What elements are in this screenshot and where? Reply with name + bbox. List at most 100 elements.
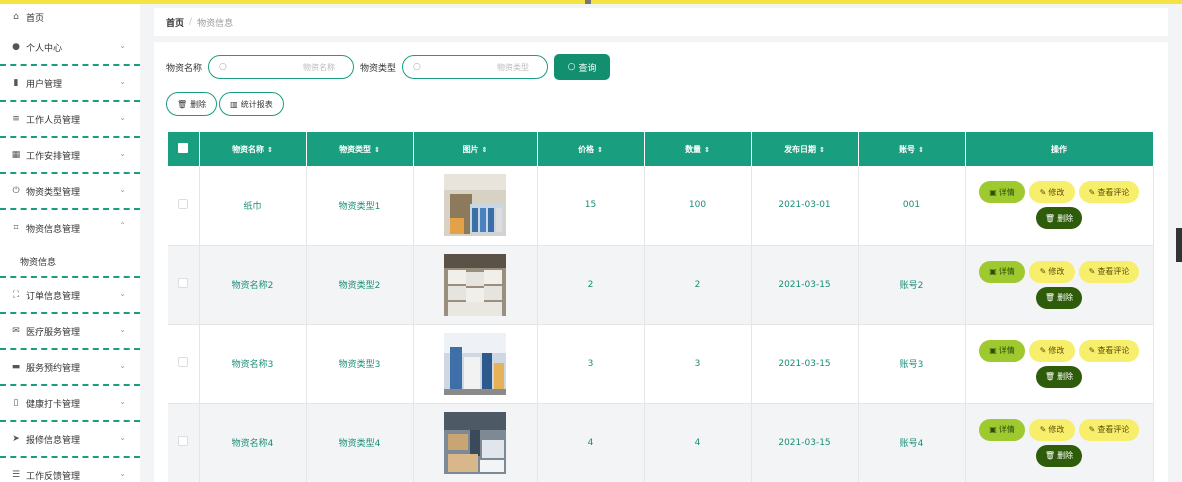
sort-icon: ⇕ (918, 145, 924, 154)
sidebar-item-health-checkin[interactable]: ▯ 健康打卡管理 ⌄ (0, 386, 140, 422)
cell-price: 15 (537, 166, 645, 245)
edit-button[interactable]: ✎ 修改 (1029, 181, 1075, 204)
delete-button[interactable]: 🗑 删除 (1036, 207, 1082, 230)
user-manage-icon: ▮ (13, 78, 19, 88)
type-search-input[interactable]: ○ 物资类型 (402, 55, 549, 79)
col-header-qty[interactable]: 数量 ⇕ (644, 132, 752, 166)
cell-price: 4 (537, 403, 645, 482)
product-image[interactable] (444, 174, 506, 237)
product-image[interactable] (444, 411, 506, 474)
microphone-icon: ▯ (13, 398, 19, 408)
name-search-input[interactable]: ○ 物资名称 (208, 55, 355, 79)
table-row: 物资名称3 物资类型3 3 3 2021-03-15 账号3 ▣ 详情 ✎ 修改… (168, 324, 1154, 403)
row-checkbox[interactable] (168, 166, 200, 245)
trash-icon: 🗑 (1044, 451, 1056, 460)
delete-button[interactable]: 🗑 删除 (1036, 286, 1082, 309)
breadcrumb-home[interactable]: 首页 (166, 16, 184, 29)
sidebar-item-appointments[interactable]: ▬ 服务预约管理 ⌄ (0, 350, 140, 386)
col-header-account[interactable]: 账号 ⇕ (858, 132, 966, 166)
main-panel: 物资名称 ○ 物资名称 物资类型 ○ 物资类型 ○ 查询 🗑 删除 ▥ 统计报表 (154, 42, 1168, 482)
sidebar-item-users[interactable]: ▮ 用户管理 ⌄ (0, 66, 140, 102)
cell-account: 001 (858, 166, 966, 245)
sidebar-item-repairs[interactable]: ➤ 报修信息管理 ⌄ (0, 422, 140, 458)
batch-delete-label: 删除 (190, 99, 207, 109)
breadcrumb: 首页 / 物资信息 (154, 8, 1168, 36)
chevron-down-icon: ⌄ (119, 185, 126, 194)
product-image[interactable] (444, 332, 506, 395)
detail-button[interactable]: ▣ 详情 (979, 418, 1025, 441)
row-checkbox[interactable] (168, 403, 200, 482)
breadcrumb-current: 物资信息 (197, 18, 234, 29)
product-image[interactable] (444, 253, 506, 316)
table-header-row: 物资名称 ⇕ 物资类型 ⇕ 图片 ⇕ 价格 ⇕ 数量 ⇕ 发布日期 ⇕ 账号 ⇕ 操作 (168, 132, 1154, 166)
power-icon: ⏻ (12, 186, 20, 196)
sidebar-item-medical[interactable]: ✉ 医疗服务管理 ⌄ (0, 314, 140, 350)
sidebar-item-staff[interactable]: ≡ 工作人员管理 ⌄ (0, 102, 140, 138)
row-checkbox[interactable] (168, 324, 200, 403)
name-placeholder: 物资名称 (303, 62, 336, 72)
trash-icon: 🗑 (1044, 293, 1056, 302)
sidebar-item-label: 医疗服务管理 (26, 327, 81, 338)
sidebar-item-label: 用户管理 (26, 79, 63, 90)
edit-icon: ✎ (1039, 425, 1047, 434)
chevron-down-icon: ⌄ (119, 113, 126, 122)
scrollbar-thumb[interactable] (1176, 228, 1182, 262)
col-header-name[interactable]: 物资名称 ⇕ (199, 132, 307, 166)
delete-button[interactable]: 🗑 删除 (1036, 365, 1082, 388)
cell-name: 纸巾 (199, 166, 307, 245)
send-icon: ➤ (12, 434, 20, 444)
cell-account: 账号4 (858, 403, 966, 482)
sidebar-item-label: 工作人员管理 (26, 115, 81, 126)
cell-qty: 100 (644, 166, 752, 245)
table-row: 物资名称4 物资类型4 4 4 2021-03-15 账号4 ▣ 详情 ✎ 修改… (168, 403, 1154, 482)
cell-image (413, 403, 538, 482)
detail-button[interactable]: ▣ 详情 (979, 260, 1025, 283)
view-review-button[interactable]: ✎ 查看评论 (1079, 418, 1139, 441)
batch-delete-button[interactable]: 🗑 删除 (166, 92, 218, 116)
detail-icon: ▣ (989, 425, 997, 434)
sidebar-item-label: 健康打卡管理 (26, 399, 81, 410)
view-review-button[interactable]: ✎ 查看评论 (1079, 260, 1139, 283)
col-header-image[interactable]: 图片 ⇕ (413, 132, 538, 166)
sidebar-item-orders[interactable]: ⛶ 订单信息管理 ⌄ (0, 278, 140, 314)
row-checkbox[interactable] (168, 245, 200, 324)
cell-image (413, 324, 538, 403)
sort-icon: ⇕ (597, 145, 603, 154)
cell-qty: 2 (644, 245, 752, 324)
query-button-label: 查询 (578, 63, 597, 74)
sidebar-item-schedule[interactable]: ▦ 工作安排管理 ⌄ (0, 138, 140, 174)
col-header-type[interactable]: 物资类型 ⇕ (306, 132, 414, 166)
top-handle (585, 0, 591, 4)
cell-ops: ▣ 详情 ✎ 修改 ✎ 查看评论 🗑 删除 (965, 166, 1154, 245)
select-all-checkbox[interactable] (168, 132, 200, 166)
search-icon: ○ (567, 62, 576, 72)
sidebar-item-material-info[interactable]: ⌗ 物资信息管理 ⌃ (0, 210, 140, 246)
sidebar-item-label: 首页 (26, 13, 45, 24)
cell-type: 物资类型3 (306, 324, 414, 403)
stats-report-button[interactable]: ▥ 统计报表 (219, 92, 284, 116)
stats-report-label: 统计报表 (240, 99, 273, 109)
col-header-date[interactable]: 发布日期 ⇕ (751, 132, 859, 166)
cell-ops: ▣ 详情 ✎ 修改 ✎ 查看评论 🗑 删除 (965, 324, 1154, 403)
sidebar-item-home[interactable]: ⌂ 首页 (0, 4, 140, 30)
sidebar-item-profile[interactable]: ● 个人中心 ⌄ (0, 30, 140, 66)
view-review-button[interactable]: ✎ 查看评论 (1079, 339, 1139, 362)
grid-icon: ▦ (11, 150, 21, 160)
delete-button[interactable]: 🗑 删除 (1036, 444, 1082, 467)
cell-account: 账号2 (858, 245, 966, 324)
cell-date: 2021-03-15 (751, 245, 859, 324)
sidebar-subitem-material-info[interactable]: 物资信息 (0, 246, 140, 278)
sidebar-item-label: 物资信息管理 (26, 224, 81, 235)
chevron-down-icon: ⌄ (119, 361, 126, 370)
edit-button[interactable]: ✎ 修改 (1029, 260, 1075, 283)
sidebar-item-feedback[interactable]: ☰ 工作反馈管理 ⌄ (0, 458, 140, 482)
edit-button[interactable]: ✎ 修改 (1029, 418, 1075, 441)
view-review-button[interactable]: ✎ 查看评论 (1079, 181, 1139, 204)
detail-button[interactable]: ▣ 详情 (979, 181, 1025, 204)
sidebar-subitem-label: 物资信息 (20, 257, 57, 268)
query-button[interactable]: ○ 查询 (554, 54, 611, 80)
col-header-price[interactable]: 价格 ⇕ (537, 132, 645, 166)
detail-button[interactable]: ▣ 详情 (979, 339, 1025, 362)
edit-button[interactable]: ✎ 修改 (1029, 339, 1075, 362)
sidebar-item-material-type[interactable]: ⏻ 物资类型管理 ⌄ (0, 174, 140, 210)
